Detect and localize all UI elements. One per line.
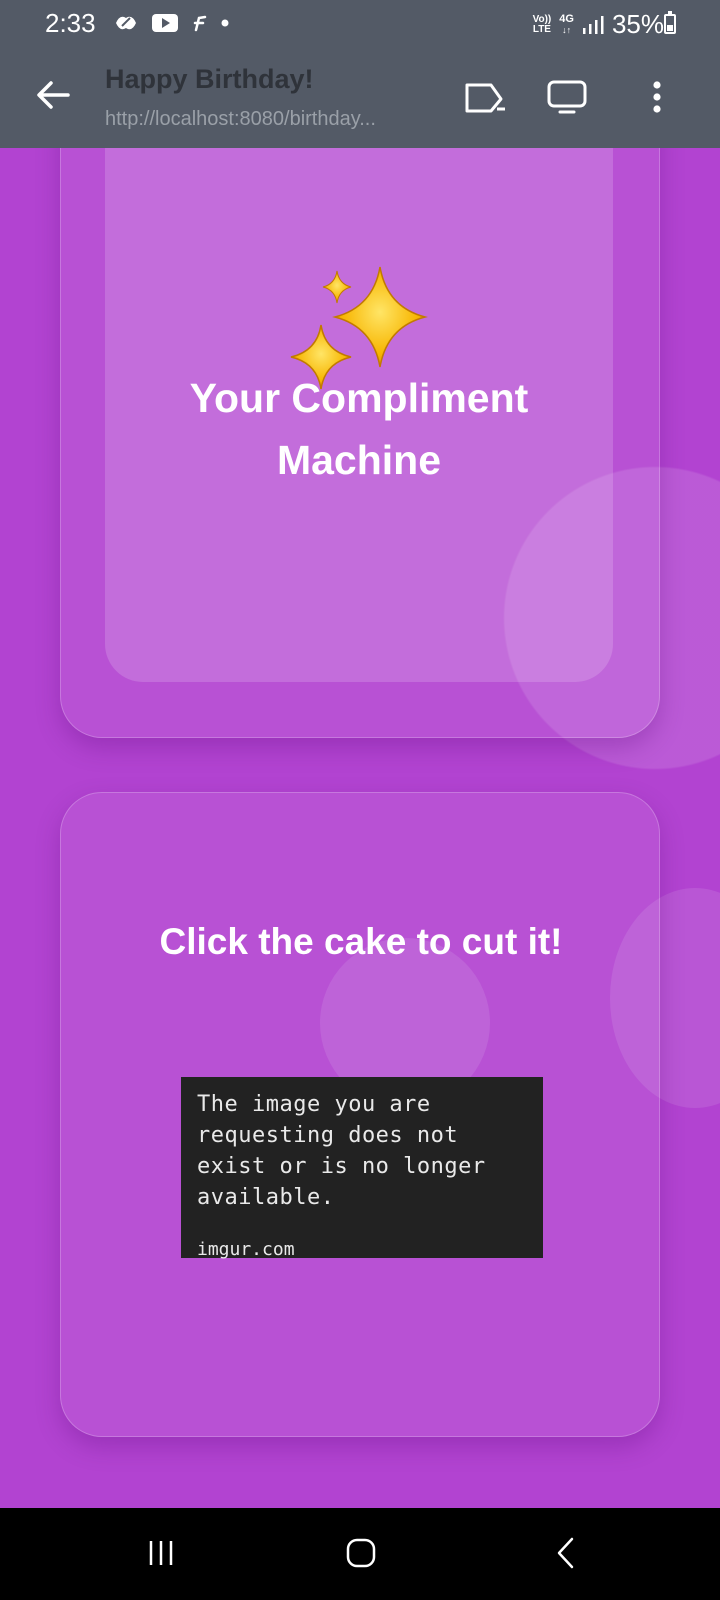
desktop-mode-button[interactable] bbox=[540, 70, 594, 124]
home-button[interactable] bbox=[326, 1522, 396, 1584]
status-bar: 2:33 Vo)) LTE 4G ↓↑ 35% bbox=[0, 0, 720, 48]
battery-percent: 35% bbox=[611, 9, 664, 39]
battery-icon bbox=[664, 14, 676, 34]
network-type-indicator: 4G ↓↑ bbox=[559, 12, 574, 35]
cake-instruction: Click the cake to cut it! bbox=[159, 921, 563, 962]
page-url[interactable]: http://localhost:8080/birthday... bbox=[105, 108, 415, 131]
more-options-button[interactable] bbox=[630, 70, 684, 124]
recents-button[interactable] bbox=[126, 1522, 196, 1584]
back-button[interactable] bbox=[28, 70, 78, 120]
fantasy-app-icon bbox=[193, 15, 207, 32]
back-icon bbox=[557, 1537, 574, 1569]
image-error-message: The image you are requesting does not ex… bbox=[197, 1092, 486, 1210]
signal-icon bbox=[582, 15, 604, 34]
system-icons: Vo)) LTE 4G ↓↑ 35% bbox=[533, 9, 664, 40]
compliment-machine-button[interactable]: Your Compliment Machine bbox=[105, 148, 613, 682]
youtube-icon bbox=[152, 14, 178, 32]
nav-back-button[interactable] bbox=[530, 1522, 600, 1584]
cake-image[interactable]: The image you are requesting does not ex… bbox=[181, 1077, 543, 1260]
back-arrow-icon bbox=[37, 81, 70, 109]
volte-indicator: Vo)) LTE bbox=[532, 13, 552, 35]
recents-icon bbox=[149, 1541, 173, 1565]
page-content[interactable]: Your Compliment Machine Click the cake t… bbox=[0, 148, 720, 1508]
cast-icon bbox=[465, 83, 505, 113]
page-title: Happy Birthday! bbox=[105, 64, 314, 94]
compliment-title: Your Compliment Machine bbox=[189, 375, 529, 483]
cake-card: Click the cake to cut it! The image you … bbox=[60, 792, 660, 1437]
browser-toolbar: Happy Birthday! http://localhost:8080/bi… bbox=[0, 48, 720, 148]
dot-icon bbox=[221, 19, 229, 27]
more-vert-icon bbox=[653, 81, 661, 113]
home-icon bbox=[346, 1538, 376, 1568]
display-icon bbox=[547, 80, 587, 114]
app-icon bbox=[116, 16, 136, 30]
status-time: 2:33 bbox=[45, 8, 96, 38]
image-source: imgur.com bbox=[197, 1239, 295, 1260]
system-nav-bar bbox=[0, 1508, 720, 1600]
compliment-card: Your Compliment Machine bbox=[60, 148, 660, 738]
notification-icons bbox=[112, 10, 230, 36]
cast-button[interactable] bbox=[458, 70, 512, 124]
